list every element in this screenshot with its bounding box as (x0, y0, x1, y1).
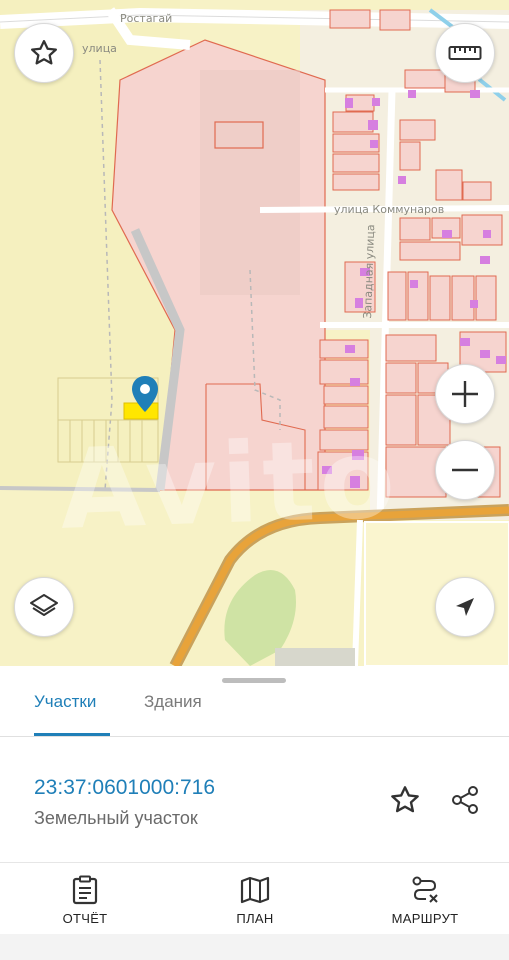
star-outline-icon (391, 786, 419, 813)
street-label-left: улица (82, 42, 117, 55)
report-label: ОТЧЁТ (62, 911, 108, 926)
navigation-arrow-icon (456, 598, 474, 616)
map-icon (240, 876, 270, 904)
favorite-parcel-button[interactable] (385, 780, 425, 820)
street-label-rostagai: Ростагай (120, 12, 173, 25)
route-button[interactable]: МАРШРУТ (378, 863, 472, 935)
action-bar: ОТЧЁТ ПЛАН МАРШРУТ (0, 862, 509, 934)
system-nav-bar (0, 934, 509, 960)
clipboard-icon (72, 875, 98, 905)
bottom-sheet: Участки Здания 23:37:0601000:716 Земельн… (0, 666, 509, 960)
tab-parcels[interactable]: Участки (34, 692, 96, 737)
route-icon (412, 876, 438, 903)
layers-button[interactable] (14, 577, 74, 637)
layers-icon (30, 594, 58, 616)
zoom-in-button[interactable] (435, 364, 495, 424)
parcel-type: Земельный участок (34, 808, 198, 828)
favorite-map-button[interactable] (14, 23, 74, 83)
map-view[interactable]: Ростагай улица улица Коммунаров Западная… (0, 0, 509, 666)
my-location-button[interactable] (435, 577, 495, 637)
location-pin-icon[interactable] (131, 375, 159, 413)
plus-icon (452, 381, 478, 407)
report-button[interactable]: ОТЧЁТ (40, 863, 130, 935)
share-icon (452, 786, 478, 814)
street-label-kommunarov: улица Коммунаров (334, 203, 445, 216)
zoom-out-button[interactable] (435, 440, 495, 500)
cadastral-number[interactable]: 23:37:0601000:716 (34, 776, 215, 800)
active-tab-indicator (34, 733, 110, 736)
minus-icon (452, 468, 478, 472)
watermark: Avito (57, 414, 401, 554)
share-button[interactable] (445, 780, 485, 820)
route-label: МАРШРУТ (391, 911, 459, 926)
sheet-drag-handle[interactable] (222, 678, 286, 683)
tab-bar: Участки Здания (0, 686, 509, 737)
ruler-button[interactable] (435, 23, 495, 83)
plan-button[interactable]: ПЛАН (210, 863, 300, 935)
map-canvas[interactable] (0, 0, 509, 666)
plan-label: ПЛАН (236, 911, 274, 926)
star-outline-icon (31, 40, 57, 65)
tab-buildings[interactable]: Здания (144, 692, 202, 737)
ruler-icon (448, 46, 482, 60)
